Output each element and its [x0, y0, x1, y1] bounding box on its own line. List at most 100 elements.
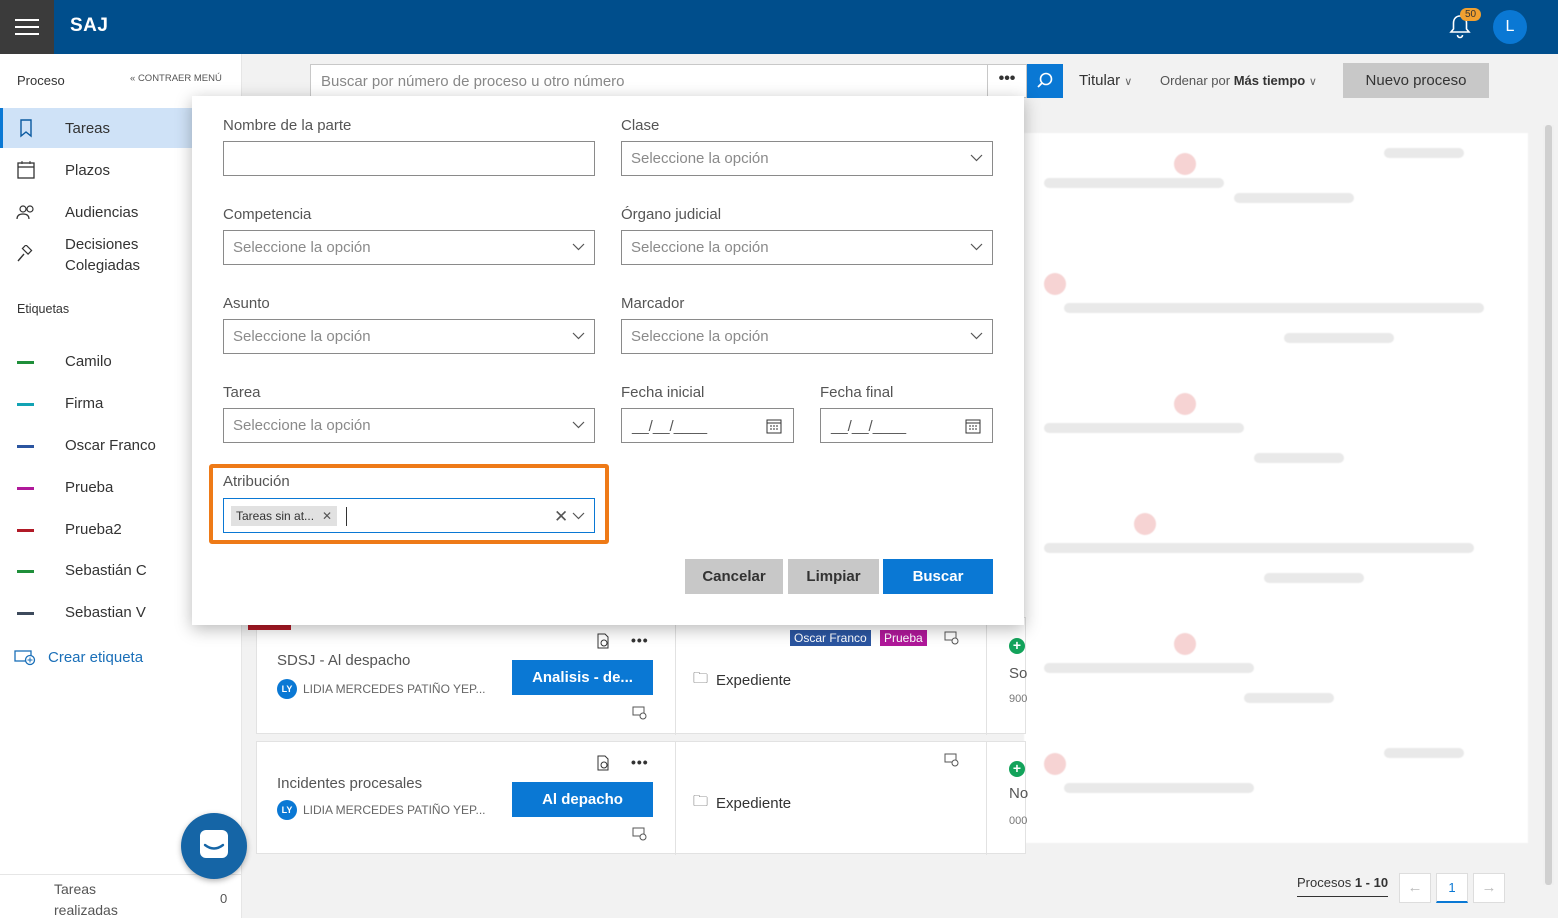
organo-placeholder: Seleccione la opción	[631, 239, 769, 256]
folder-icon: 🗀	[693, 670, 709, 687]
start-date-label: Fecha inicial	[621, 384, 705, 401]
card-user: LY LIDIA MERCEDES PATIÑO YEP...	[277, 679, 486, 699]
new-process-button[interactable]: Nuevo proceso	[1343, 63, 1489, 98]
tag-color-swatch	[17, 361, 34, 364]
card-side-sub: 000	[1009, 815, 1028, 827]
add-tag-icon	[14, 650, 36, 666]
chevron-down-icon	[572, 421, 585, 429]
scrollbar-thumb[interactable]	[1545, 125, 1552, 885]
blur-line	[1044, 423, 1244, 433]
chevron-down-icon	[572, 332, 585, 340]
tarea-placeholder: Seleccione la opción	[233, 417, 371, 434]
sidebar-footer[interactable]: Tareas realizadas 0	[0, 874, 242, 918]
search-input[interactable]: Buscar por número de proceso u otro núme…	[310, 64, 988, 98]
organo-select[interactable]: Seleccione la opción	[621, 230, 993, 265]
asunto-select[interactable]: Seleccione la opción	[223, 319, 595, 354]
blur-dot	[1174, 633, 1196, 655]
scrollbar[interactable]	[1543, 125, 1554, 885]
start-date-input[interactable]: __/__/____	[621, 408, 794, 443]
process-card[interactable]: PR SDSJ - Al despacho LYLIDIA MERCEDES P…	[248, 612, 1028, 735]
cancel-button[interactable]: Cancelar	[685, 559, 783, 594]
atribucion-multiselect[interactable]: Tareas sin at... ✕ ✕	[223, 498, 595, 533]
create-tag-label: Crear etiqueta	[48, 648, 144, 666]
marcador-select[interactable]: Seleccione la opción	[621, 319, 993, 354]
card-more-icon[interactable]: •••	[631, 754, 649, 770]
next-page-button[interactable]: →	[1473, 873, 1505, 903]
blurred-results-panel	[1024, 133, 1528, 843]
chevron-down-icon: ∨	[1124, 76, 1133, 88]
create-tag-button[interactable]: Crear etiqueta	[14, 648, 143, 666]
tag-settings-icon[interactable]	[632, 705, 648, 721]
search-button[interactable]	[1027, 64, 1063, 98]
prev-page-button[interactable]: ←	[1399, 873, 1431, 903]
tag-label: Prueba2	[65, 521, 122, 538]
people-icon	[16, 205, 34, 220]
card-action-button[interactable]: Analisis - de...	[512, 660, 653, 695]
sidebar-item-label: Tareas	[65, 119, 111, 137]
search-submit-button[interactable]: Buscar	[883, 559, 993, 594]
add-icon[interactable]: +	[1009, 638, 1025, 654]
tag-label: Camilo	[65, 353, 112, 370]
page-1-button[interactable]: 1	[1436, 873, 1468, 903]
tag-chip[interactable]: Prueba	[880, 630, 927, 646]
chat-launcher-button[interactable]	[181, 813, 247, 879]
card-title: SDSJ - Al despacho	[277, 652, 411, 669]
tag-color-swatch	[17, 612, 34, 615]
blur-line	[1234, 193, 1354, 203]
card-action-button[interactable]: Al depacho	[512, 782, 653, 817]
tarea-select[interactable]: Seleccione la opción	[223, 408, 595, 443]
search-more-button[interactable]: •••	[987, 64, 1027, 98]
blur-dot	[1174, 153, 1196, 175]
party-name-input[interactable]	[223, 141, 595, 176]
pagination-range: 1 - 10	[1354, 875, 1389, 890]
tag-label: Prueba	[65, 479, 114, 496]
user-avatar[interactable]: L	[1493, 10, 1527, 44]
tag-color-swatch	[17, 570, 34, 573]
tag-settings-icon[interactable]	[632, 826, 648, 842]
sidebar-item-label: Decisiones Colegiadas	[65, 236, 141, 274]
notification-badge: 50	[1460, 8, 1482, 21]
clear-button[interactable]: Limpiar	[788, 559, 879, 594]
completed-tasks-count: 0	[220, 891, 228, 906]
chip-remove-icon[interactable]: ✕	[322, 509, 332, 523]
document-clock-icon[interactable]	[595, 633, 611, 649]
end-date-input[interactable]: __/__/____	[820, 408, 993, 443]
card-user-name: LIDIA MERCEDES PATIÑO YEP...	[303, 682, 486, 696]
tag-settings-icon[interactable]	[944, 752, 960, 768]
end-date-label: Fecha final	[820, 384, 894, 401]
document-clock-icon[interactable]	[595, 755, 611, 771]
clear-icon[interactable]: ✕	[554, 507, 568, 527]
user-avatar-small: LY	[277, 679, 297, 699]
tag-chip[interactable]: Oscar Franco	[790, 630, 871, 646]
chevron-down-icon[interactable]	[572, 512, 585, 520]
tag-settings-icon[interactable]	[944, 630, 960, 646]
competencia-select[interactable]: Seleccione la opción	[223, 230, 595, 265]
blur-line	[1384, 148, 1464, 158]
blur-line	[1384, 748, 1464, 758]
collapse-menu-button[interactable]: « CONTRAER MENÚ	[130, 73, 222, 84]
tag-color-swatch	[17, 529, 34, 532]
pagination-summary: Procesos 1 - 10	[1297, 875, 1389, 897]
titular-label: Titular	[1079, 72, 1121, 89]
calendar-icon[interactable]	[965, 418, 981, 434]
blur-line	[1264, 573, 1364, 583]
order-by-dropdown[interactable]: Ordenar por Más tiempo ∨	[1160, 73, 1317, 88]
hamburger-menu-icon[interactable]	[0, 0, 54, 54]
add-icon[interactable]: +	[1009, 761, 1025, 777]
tag-color-swatch	[17, 487, 34, 490]
brand-logo[interactable]: SAJ	[70, 15, 108, 37]
calendar-icon[interactable]	[766, 418, 782, 434]
card-more-icon[interactable]: •••	[631, 632, 649, 648]
atribucion-chip[interactable]: Tareas sin at... ✕	[231, 506, 338, 526]
sidebar-item-label: Audiencias	[65, 203, 139, 221]
expediente-link[interactable]: 🗀 Expediente	[693, 791, 791, 816]
clase-select[interactable]: Seleccione la opción	[621, 141, 993, 176]
blur-line	[1284, 333, 1394, 343]
tag-label: Sebastián C	[65, 562, 147, 579]
search-icon	[1037, 72, 1053, 88]
process-card[interactable]: Incidentes procesales LY LIDIA MERCEDES P…	[256, 741, 1028, 855]
folder-icon: 🗀	[693, 793, 709, 810]
card-side-sub: 900	[1009, 693, 1028, 705]
expediente-link[interactable]: 🗀 Expediente	[693, 668, 791, 693]
titular-dropdown[interactable]: Titular ∨	[1079, 72, 1132, 89]
